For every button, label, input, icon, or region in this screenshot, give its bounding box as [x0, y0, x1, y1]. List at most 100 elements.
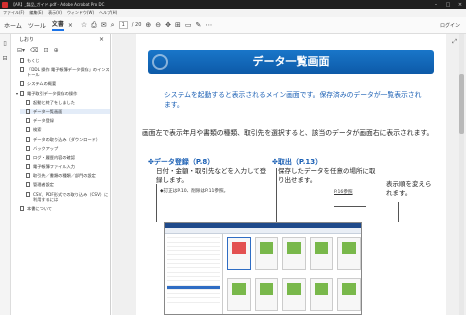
- bookmark-star-icon[interactable]: ☆: [81, 21, 87, 29]
- bookmark-label: 本書について: [27, 205, 52, 211]
- acrobat-window: 【AR】_製品_ガイド.pdf - Adobe Acrobat Pro DC –…: [0, 0, 466, 315]
- bookmark-item[interactable]: システムの概要: [20, 81, 110, 87]
- delete-bookmark-icon[interactable]: ⌫: [30, 47, 38, 54]
- comment-icon[interactable]: ✎: [196, 21, 202, 29]
- callout-sort: 表示順を変えられます。: [386, 180, 434, 198]
- bookmark-tools: ⊟▾ ⌫ ⊡ ⊕: [11, 44, 110, 56]
- bookmark-icon: [26, 164, 30, 170]
- bookmark-item[interactable]: ▾ 電子取引データ保存の操作: [16, 90, 110, 96]
- more-icon[interactable]: ⋯: [205, 21, 212, 29]
- callout-data-register: ✤データ登録（P.8） 日付・金額・取引先などを入力して登録します。 ◆訂正はP…: [148, 158, 268, 196]
- bookmark-icon: [26, 154, 30, 160]
- page-total: / 20: [131, 22, 142, 28]
- bookmark-icon: [20, 81, 24, 87]
- bookmark-label: CSV、PDF形式での取り込み（CSV）に利用するには: [33, 191, 109, 202]
- menu-edit[interactable]: 編集(E): [29, 10, 43, 16]
- bookmark-item[interactable]: 本書について: [20, 205, 110, 211]
- bookmarks-panel: しおり × ⊟▾ ⌫ ⊡ ⊕ もくじ「DDL 操作 電子帳簿データ保存」のインス…: [11, 34, 111, 315]
- vertical-scrollbar[interactable]: [459, 34, 464, 315]
- bookmark-label: 管理者設定: [33, 182, 54, 188]
- search-icon[interactable]: ⌕: [111, 21, 115, 30]
- bookmark-icon: [20, 58, 24, 63]
- leader-line: [156, 184, 157, 222]
- bookmark-label: データ一覧画面: [33, 108, 63, 114]
- bookmark-item[interactable]: 検索: [20, 127, 110, 133]
- menu-help[interactable]: ヘルプ(H): [99, 10, 117, 16]
- callout-body: 保存したデータを任意の場所に取り出せます。: [278, 167, 376, 184]
- bookmark-label: 電子帳簿ファイル入力: [33, 164, 75, 170]
- bookmark-item[interactable]: もくじ: [20, 58, 110, 63]
- bookmark-item[interactable]: データ登録: [20, 118, 110, 124]
- email-icon[interactable]: ✉: [101, 21, 107, 29]
- menu-file[interactable]: ファイル(F): [3, 10, 24, 16]
- leader-line: [398, 202, 399, 222]
- bookmark-icon: [26, 182, 30, 188]
- fit-width-icon[interactable]: ⤢: [452, 38, 457, 46]
- intro-text: システムを起動すると表示されるメイン画面です。保存済みのデータが一覧表示されます…: [164, 91, 422, 109]
- scroll-thumb[interactable]: [459, 74, 464, 134]
- bookmark-icon: [26, 108, 30, 114]
- bookmark-item[interactable]: 電子帳簿ファイル入力: [20, 164, 110, 170]
- close-window-button[interactable]: ×: [454, 2, 466, 8]
- zoom-in-icon[interactable]: ⊕: [145, 21, 151, 29]
- bookmark-icon: [26, 127, 30, 133]
- tab-document[interactable]: 文書: [51, 19, 64, 31]
- callout-body: 表示順を変えられます。: [386, 180, 432, 197]
- bookmark-icon: [26, 191, 30, 197]
- signin-button[interactable]: ログイン: [440, 22, 460, 29]
- close-panel-icon[interactable]: ×: [99, 36, 104, 43]
- menu-bar: ファイル(F) 編集(E) 表示(V) ウィンドウ(W) ヘルプ(H): [0, 9, 466, 17]
- bookmark-icon: [20, 205, 24, 211]
- page-view-icon[interactable]: ▭: [185, 21, 192, 29]
- callout-heading: ✤取出（P.13）: [272, 158, 323, 166]
- page-banner: データ一覧画面: [148, 50, 434, 74]
- bookmark-item[interactable]: 起動と終了をしました: [20, 99, 110, 105]
- bookmarks-header: しおり: [19, 36, 35, 43]
- tab-tools[interactable]: ツール: [28, 21, 46, 30]
- zoom-out-icon[interactable]: ⊖: [155, 21, 161, 29]
- bookmark-label: 起動と終了をしました: [33, 99, 75, 105]
- bookmark-item[interactable]: ログ・履歴内容の確認: [20, 154, 110, 160]
- maximize-button[interactable]: □: [442, 2, 454, 8]
- print-icon[interactable]: ⎙: [91, 21, 97, 30]
- pages-panel-icon[interactable]: ▯: [3, 40, 6, 47]
- bookmarks-panel-icon[interactable]: ⊟: [2, 55, 7, 62]
- page-number-input[interactable]: 1: [118, 21, 128, 29]
- menu-view[interactable]: 表示(V): [48, 10, 62, 16]
- bookmark-label: 「DDL 操作 電子帳簿データ保存」のインストール: [27, 67, 110, 78]
- callout-heading: ✤データ登録（P.8）: [148, 158, 215, 166]
- bookmark-item[interactable]: データの取り込み（ダウンロード）: [20, 136, 110, 142]
- nav-icon-strip: ▯ ⊟: [0, 34, 11, 315]
- leader-line: [334, 206, 366, 207]
- bookmark-icon: [26, 173, 30, 179]
- shot-thumbnail-grid: [227, 237, 361, 314]
- menu-window[interactable]: ウィンドウ(W): [67, 10, 94, 16]
- tab-home[interactable]: ホーム: [4, 21, 22, 30]
- embedded-app-screenshot: [164, 222, 362, 315]
- options-icon[interactable]: ⊟▾: [17, 47, 25, 54]
- bookmark-item[interactable]: 取引先／書類の種類／部門の設定: [20, 173, 110, 179]
- main-toolbar: ホーム ツール 文書 × ☆ ⎙ ✉ ⌕ 1 / 20 ⊕ ⊖ ✥ ⊞ ▭ ✎ …: [0, 17, 466, 34]
- new-bookmark-icon[interactable]: ⊡: [44, 47, 49, 54]
- bookmark-item[interactable]: データ一覧画面: [20, 108, 110, 114]
- leader-line: [276, 168, 277, 222]
- pan-icon[interactable]: ✥: [165, 21, 171, 29]
- bookmark-item[interactable]: 管理者設定: [20, 182, 110, 188]
- minimize-button[interactable]: –: [430, 2, 442, 8]
- tool-icons: ☆ ⎙ ✉ ⌕ 1 / 20 ⊕ ⊖ ✥ ⊞ ▭ ✎ ⋯: [81, 21, 212, 30]
- acrobat-logo-icon: [2, 1, 8, 8]
- bookmark-item[interactable]: CSV、PDF形式での取り込み（CSV）に利用するには: [20, 191, 110, 202]
- bookmark-item[interactable]: 「DDL 操作 電子帳簿データ保存」のインストール: [20, 67, 110, 77]
- bookmark-label: データの取り込み（ダウンロード）: [33, 136, 101, 142]
- callout-sub: ◆訂正はP.10、削除はP.11参照。: [160, 189, 229, 194]
- bookmark-label: 検索: [33, 127, 42, 133]
- fit-page-icon[interactable]: ⊞: [175, 21, 181, 29]
- close-tab-icon[interactable]: ×: [68, 22, 73, 29]
- bookmark-label: もくじ: [27, 58, 40, 63]
- callout-body: 日付・金額・取引先などを入力して登録します。: [156, 167, 267, 184]
- bookmark-icon: [20, 67, 24, 73]
- bookmark-item[interactable]: バックアップ: [20, 145, 110, 151]
- expand-icon[interactable]: ⊕: [54, 47, 59, 54]
- bookmark-icon: [26, 118, 30, 124]
- bookmark-label: 電子取引データ保存の操作: [27, 90, 78, 96]
